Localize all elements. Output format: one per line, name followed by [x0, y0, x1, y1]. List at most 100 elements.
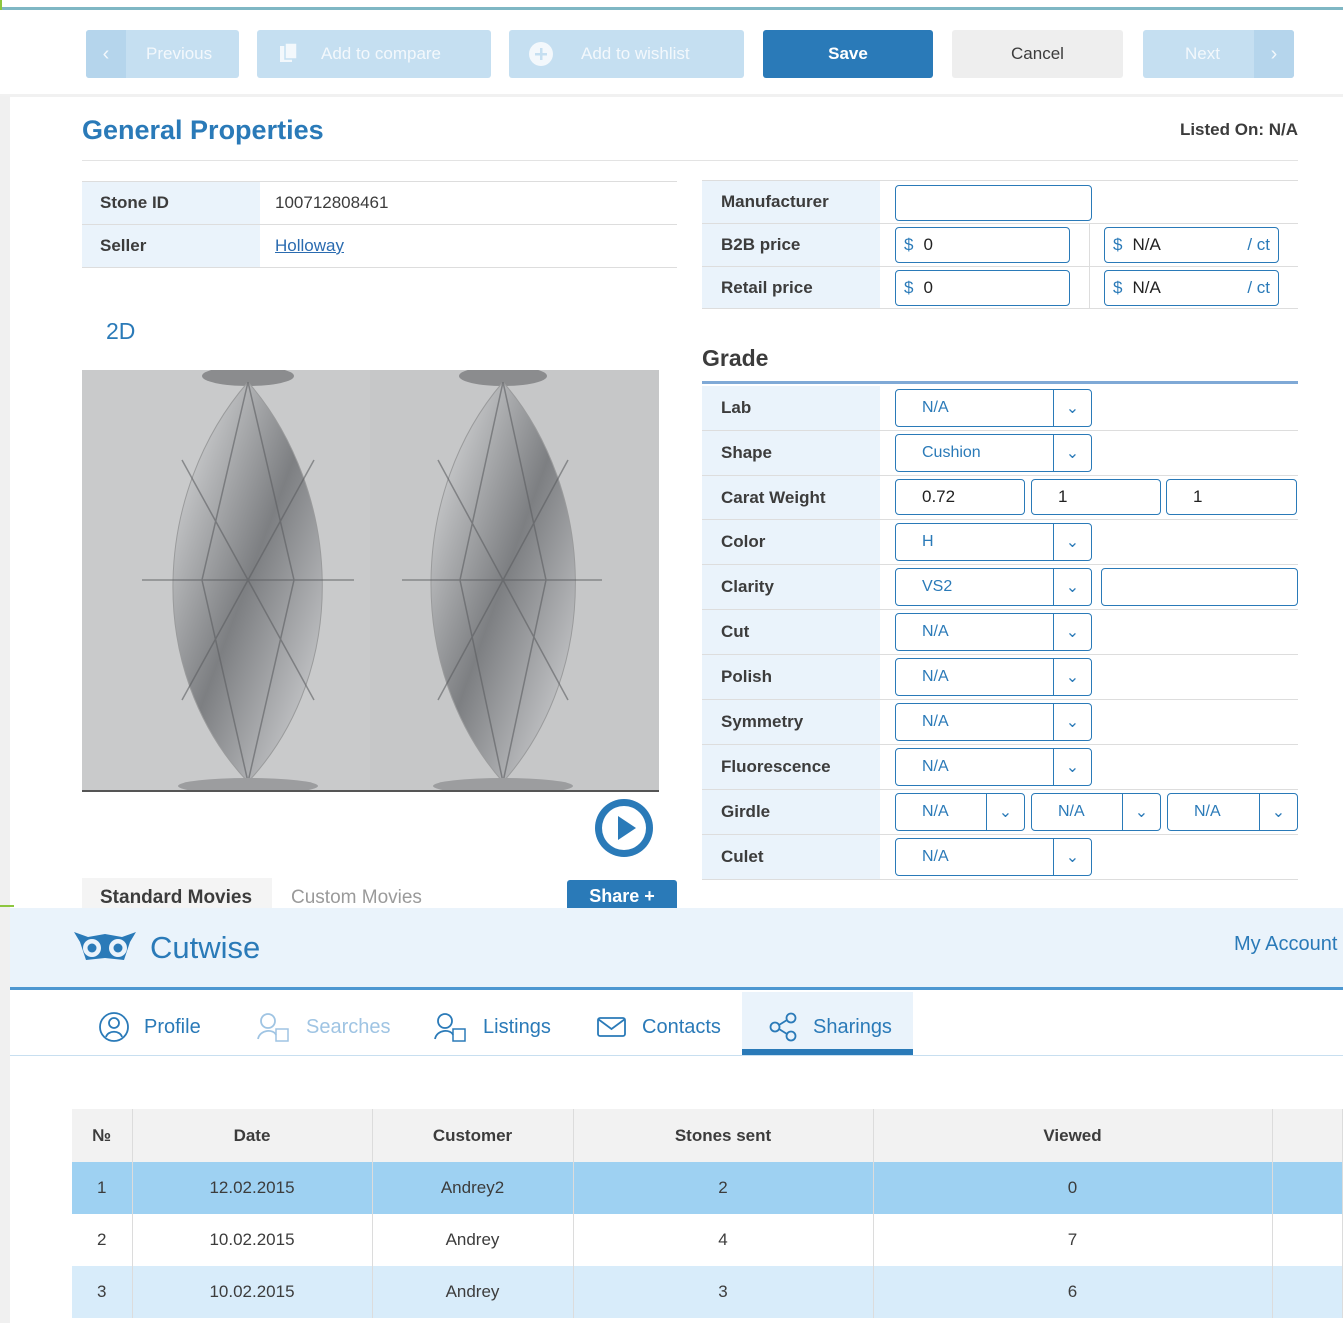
carat-min-input[interactable]: 1 [1031, 479, 1161, 515]
stone-id-value: 100712808461 [260, 181, 677, 225]
fluorescence-label: Fluorescence [702, 745, 880, 789]
view-mode-2d[interactable]: 2D [106, 318, 135, 345]
chevron-right-icon: › [1254, 30, 1294, 78]
table-header-row: № Date Customer Stones sent Viewed [72, 1109, 1343, 1162]
retail-per-ct-input[interactable]: $ N/A / ct [1104, 270, 1279, 306]
top-border [0, 7, 1343, 10]
play-button[interactable] [595, 799, 653, 857]
currency-symbol: $ [1113, 278, 1123, 297]
seller-link[interactable]: Holloway [275, 236, 344, 255]
panel-divider [0, 94, 1343, 97]
col-customer[interactable]: Customer [372, 1109, 574, 1162]
b2b-per-ct-input[interactable]: $ N/A / ct [1104, 227, 1279, 263]
tab-contacts[interactable]: Contacts [596, 1007, 721, 1047]
add-to-wishlist-button[interactable]: Add to wishlist [509, 30, 744, 78]
table-row[interactable]: 3 10.02.2015 Andrey 3 6 [72, 1266, 1343, 1318]
color-value: H [922, 533, 934, 550]
cell-stones-sent: 3 [573, 1266, 874, 1318]
col-date[interactable]: Date [132, 1109, 373, 1162]
cell-date: 12.02.2015 [132, 1162, 373, 1214]
color-select[interactable]: H ⌄ [895, 523, 1092, 561]
cell-viewed: 6 [873, 1266, 1273, 1318]
retail-price-input[interactable]: $ 0 [895, 270, 1070, 306]
user-search-icon [257, 1013, 289, 1042]
carat-max-input[interactable]: 1 [1166, 479, 1297, 515]
chevron-down-icon: ⌄ [1053, 569, 1091, 605]
clarity-extra-input[interactable] [1101, 568, 1298, 606]
previous-label: Previous [146, 44, 213, 63]
fluorescence-value: N/A [922, 758, 949, 775]
share-button[interactable]: Share + [567, 880, 677, 908]
cell-number: 3 [72, 1266, 133, 1318]
cell-stones-sent: 4 [573, 1214, 874, 1266]
tab-sharings[interactable]: Sharings [767, 1007, 892, 1047]
cell-date: 10.02.2015 [132, 1214, 373, 1266]
manufacturer-input[interactable] [895, 185, 1092, 221]
girdle-value-2: N/A [1058, 803, 1085, 820]
plus-circle-icon [509, 30, 561, 78]
polish-select[interactable]: N/A ⌄ [895, 658, 1092, 696]
add-to-compare-label: Add to compare [321, 44, 442, 63]
cell-customer: Andrey [372, 1214, 574, 1266]
col-viewed[interactable]: Viewed [873, 1109, 1273, 1162]
chevron-down-icon: ⌄ [1122, 794, 1160, 830]
girdle-select-3[interactable]: N/A ⌄ [1167, 793, 1298, 831]
owl-logo-icon [72, 928, 138, 966]
next-button[interactable]: Next › [1143, 30, 1294, 78]
carat-input[interactable]: 0.72 [895, 479, 1025, 515]
girdle-label: Girdle [702, 790, 880, 834]
tab-listings[interactable]: Listings [433, 1007, 551, 1047]
culet-row: Culet N/A ⌄ [702, 835, 1298, 880]
retail-price-label: Retail price [702, 267, 880, 308]
save-button[interactable]: Save [763, 30, 933, 78]
color-label: Color [702, 520, 880, 564]
manufacturer-label: Manufacturer [702, 181, 880, 223]
girdle-select-1[interactable]: N/A ⌄ [895, 793, 1025, 831]
table-row[interactable]: 2 10.02.2015 Andrey 4 7 [72, 1214, 1343, 1266]
tab-standard-movies[interactable]: Standard Movies [100, 887, 252, 909]
b2b-price-row: B2B price $ 0 $ N/A / ct [702, 224, 1298, 267]
fluorescence-select[interactable]: N/A ⌄ [895, 748, 1092, 786]
culet-value: N/A [922, 848, 949, 865]
b2b-price-input[interactable]: $ 0 [895, 227, 1070, 263]
add-to-compare-button[interactable]: Add to compare [257, 30, 491, 78]
cell-customer: Andrey [372, 1266, 574, 1318]
profile-icon [99, 1012, 129, 1042]
chevron-left-icon: ‹ [86, 30, 126, 78]
clarity-select[interactable]: VS2 ⌄ [895, 568, 1092, 606]
cell-date: 10.02.2015 [132, 1266, 373, 1318]
currency-symbol: $ [904, 235, 914, 254]
chevron-down-icon: ⌄ [1053, 704, 1091, 740]
retail-price-row: Retail price $ 0 $ N/A / ct [702, 267, 1298, 309]
symmetry-row: Symmetry N/A ⌄ [702, 700, 1298, 745]
table-row[interactable]: 1 12.02.2015 Andrey2 2 0 [72, 1162, 1343, 1214]
symmetry-select[interactable]: N/A ⌄ [895, 703, 1092, 741]
cut-select[interactable]: N/A ⌄ [895, 613, 1092, 651]
col-stones-sent[interactable]: Stones sent [573, 1109, 874, 1162]
tab-sharings-label: Sharings [813, 1015, 892, 1038]
cell-number: 1 [72, 1162, 133, 1214]
tab-custom-movies[interactable]: Custom Movies [291, 887, 422, 909]
envelope-icon [597, 1017, 626, 1037]
color-row: Color H ⌄ [702, 520, 1298, 565]
cancel-button[interactable]: Cancel [952, 30, 1123, 78]
girdle-value-1: N/A [922, 803, 949, 820]
previous-button[interactable]: ‹ Previous [86, 30, 239, 78]
retail-price-value: 0 [923, 278, 933, 297]
stone-video-frame[interactable] [82, 370, 659, 792]
brand-name[interactable]: Cutwise [150, 930, 260, 966]
shape-select[interactable]: Cushion ⌄ [895, 434, 1092, 472]
cell-customer: Andrey2 [372, 1162, 574, 1214]
b2b-per-ct-value: N/A [1132, 235, 1161, 254]
col-number[interactable]: № [72, 1109, 133, 1162]
currency-symbol: $ [1113, 235, 1123, 254]
lab-label: Lab [702, 386, 880, 430]
girdle-value-3: N/A [1194, 803, 1221, 820]
lab-select[interactable]: N/A ⌄ [895, 389, 1092, 427]
my-account-link[interactable]: My Account [1234, 933, 1337, 956]
fluorescence-row: Fluorescence N/A ⌄ [702, 745, 1298, 790]
tab-profile[interactable]: Profile [98, 1007, 201, 1047]
girdle-select-2[interactable]: N/A ⌄ [1031, 793, 1161, 831]
culet-select[interactable]: N/A ⌄ [895, 838, 1092, 876]
tab-searches[interactable]: Searches [256, 1007, 391, 1047]
